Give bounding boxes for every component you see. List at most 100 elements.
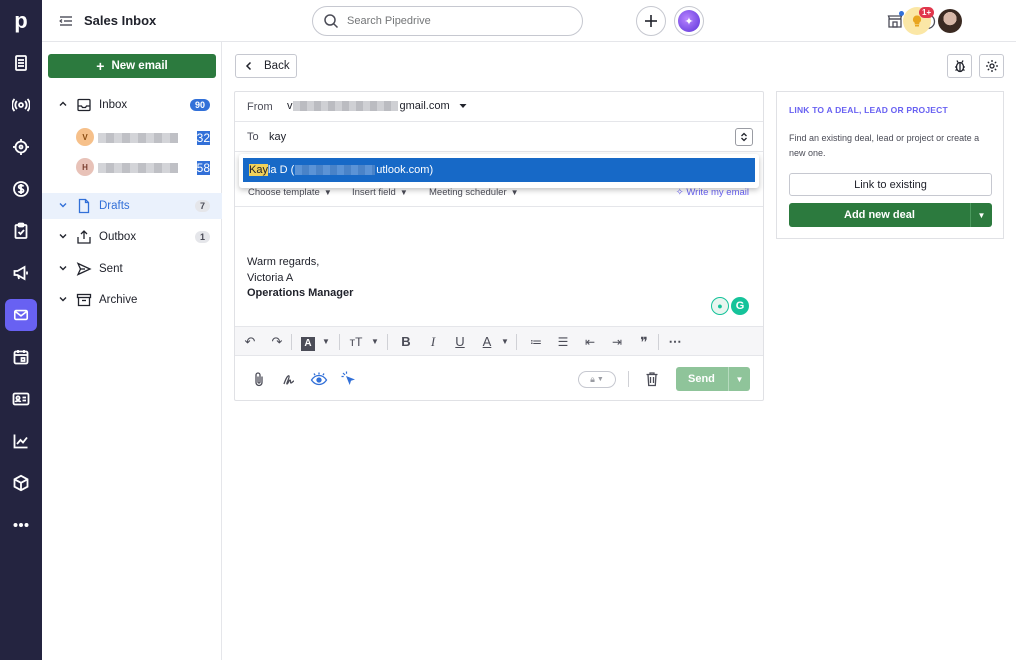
undo-icon[interactable]: ↶ — [241, 334, 259, 350]
bug-report-button[interactable] — [947, 54, 972, 78]
collapse-menu-icon[interactable] — [58, 13, 74, 29]
caret-down-icon: ▼ — [510, 188, 519, 197]
chevron-down-icon[interactable] — [58, 200, 68, 213]
broadcast-icon[interactable] — [0, 84, 42, 126]
underline-icon[interactable]: U — [451, 334, 469, 350]
divider — [291, 334, 292, 350]
chevron-up-down-icon — [741, 132, 747, 142]
from-account-select[interactable]: v gmail.com — [287, 100, 467, 112]
meeting-scheduler-button[interactable]: Meeting scheduler ▼ — [429, 187, 519, 198]
folder-drafts[interactable]: Drafts 7 — [42, 193, 222, 219]
insert-field-label: Insert field — [352, 187, 396, 198]
chevron-down-icon[interactable] — [58, 294, 68, 307]
deals-dollar-icon[interactable] — [0, 168, 42, 210]
text-background-icon[interactable]: A — [299, 334, 317, 351]
sent-icon — [76, 262, 92, 276]
link-existing-button[interactable]: Link to existing — [789, 173, 992, 196]
chevron-down-icon[interactable] — [58, 263, 68, 276]
caret-down-icon[interactable]: ▼ — [317, 334, 335, 350]
panel-title: LINK TO A DEAL, LEAD OR PROJECT — [789, 105, 948, 115]
folder-archive[interactable]: Archive — [42, 287, 222, 313]
ai-assistant-button[interactable]: ✦ — [674, 6, 704, 36]
search-input[interactable]: Search Pipedrive — [312, 6, 583, 36]
quick-add-button[interactable] — [636, 6, 666, 36]
choose-template-button[interactable]: Choose template ▼ — [248, 187, 332, 198]
quote-icon[interactable]: ❞ — [635, 334, 653, 350]
email-tracking-eye-icon[interactable] — [309, 369, 329, 389]
grammarly-icon[interactable]: G — [731, 297, 749, 315]
closing-line: Warm regards, — [247, 256, 320, 268]
divider — [658, 334, 659, 350]
pipedrive-logo[interactable]: p — [0, 0, 42, 42]
formatting-toolbar: ↶ ↷ A ▼ тT ▼ B I U A ▼ ≔ ☰ ⇤ ⇥ ❞ ⋯ — [235, 326, 763, 356]
products-box-icon[interactable] — [0, 462, 42, 504]
link-deal-panel: LINK TO A DEAL, LEAD OR PROJECT Find an … — [776, 91, 1004, 239]
signature-icon[interactable] — [280, 369, 300, 389]
insights-chart-icon[interactable] — [0, 420, 42, 462]
bold-icon[interactable]: B — [397, 334, 415, 350]
campaigns-megaphone-icon[interactable] — [0, 252, 42, 294]
text-color-icon[interactable]: A — [478, 334, 496, 350]
numbered-list-icon[interactable]: ≔ — [527, 334, 545, 350]
add-new-deal-button[interactable]: Add new deal ▼ — [789, 203, 992, 227]
new-email-button[interactable]: + New email — [48, 54, 216, 78]
choose-template-label: Choose template — [248, 187, 320, 198]
folder-name: Outbox — [99, 231, 137, 243]
trash-icon[interactable] — [642, 369, 662, 389]
italic-icon[interactable]: I — [424, 334, 442, 350]
more-dots-icon[interactable] — [0, 504, 42, 546]
bulleted-list-icon[interactable]: ☰ — [554, 334, 572, 350]
send-button[interactable]: Send ▼ — [676, 367, 750, 391]
user-avatar[interactable] — [938, 9, 962, 33]
caret-down-icon[interactable]: ▼ — [496, 334, 514, 350]
calendar-icon[interactable] — [0, 336, 42, 378]
count-badge: 7 — [194, 200, 210, 212]
settings-button[interactable] — [979, 54, 1004, 78]
chevron-down-icon[interactable] — [58, 231, 68, 244]
indent-icon[interactable]: ⇥ — [608, 334, 626, 350]
add-options-caret-icon[interactable]: ▼ — [970, 203, 992, 227]
contacts-card-icon[interactable] — [0, 378, 42, 420]
plus-icon — [645, 15, 657, 27]
folder-outbox[interactable]: Outbox 1 — [42, 224, 222, 250]
grammarly-widget[interactable]: ● G — [711, 297, 749, 315]
send-options-caret-icon[interactable]: ▼ — [728, 367, 750, 391]
account-item[interactable]: H 58 — [42, 154, 222, 180]
chevron-left-icon — [245, 61, 252, 71]
target-icon[interactable] — [0, 126, 42, 168]
suggestion-match: Kay — [249, 164, 268, 176]
attachment-icon[interactable] — [249, 369, 269, 389]
account-item[interactable]: V 32 — [42, 124, 222, 150]
new-email-label: New email — [111, 60, 168, 72]
more-options-icon[interactable]: ⋯ — [666, 334, 684, 350]
back-button[interactable]: Back — [235, 54, 297, 78]
folder-sent[interactable]: Sent — [42, 256, 222, 282]
recipient-suggestions: Kay la D ( utlook.com) — [239, 154, 759, 188]
to-input[interactable]: kay — [269, 131, 286, 143]
unread-count-badge: 58 — [196, 161, 210, 175]
email-body[interactable]: Warm regards, Victoria A Operations Mana… — [247, 255, 353, 302]
link-tracking-cursor-icon[interactable] — [339, 369, 359, 389]
mail-icon[interactable] — [0, 294, 42, 336]
activities-icon[interactable] — [0, 210, 42, 252]
lock-icon: 🔒︎ — [590, 374, 595, 384]
folder-inbox[interactable]: Inbox 90 — [42, 92, 222, 118]
suggestion-item[interactable]: Kay la D ( utlook.com) — [243, 158, 755, 182]
chevron-up-icon[interactable] — [58, 99, 68, 112]
privacy-select[interactable]: 🔒︎ ▼ — [578, 371, 616, 388]
recipient-fields-toggle[interactable] — [735, 128, 753, 146]
redacted-email — [292, 101, 398, 111]
from-row: From v gmail.com — [235, 92, 763, 122]
outdent-icon[interactable]: ⇤ — [581, 334, 599, 350]
insert-field-button[interactable]: Insert field ▼ — [352, 187, 408, 198]
lightbulb-icon[interactable]: ● — [711, 297, 729, 315]
leads-icon[interactable] — [0, 42, 42, 84]
font-size-icon[interactable]: тT — [347, 334, 365, 350]
write-email-ai-button[interactable]: ✧ Write my email — [676, 187, 749, 198]
caret-down-icon[interactable]: ▼ — [366, 334, 384, 350]
write-email-label: Write my email — [686, 187, 749, 198]
draft-file-icon — [78, 198, 90, 214]
app-rail: p — [0, 0, 42, 660]
redo-icon[interactable]: ↷ — [268, 334, 286, 350]
meeting-scheduler-label: Meeting scheduler — [429, 187, 507, 198]
